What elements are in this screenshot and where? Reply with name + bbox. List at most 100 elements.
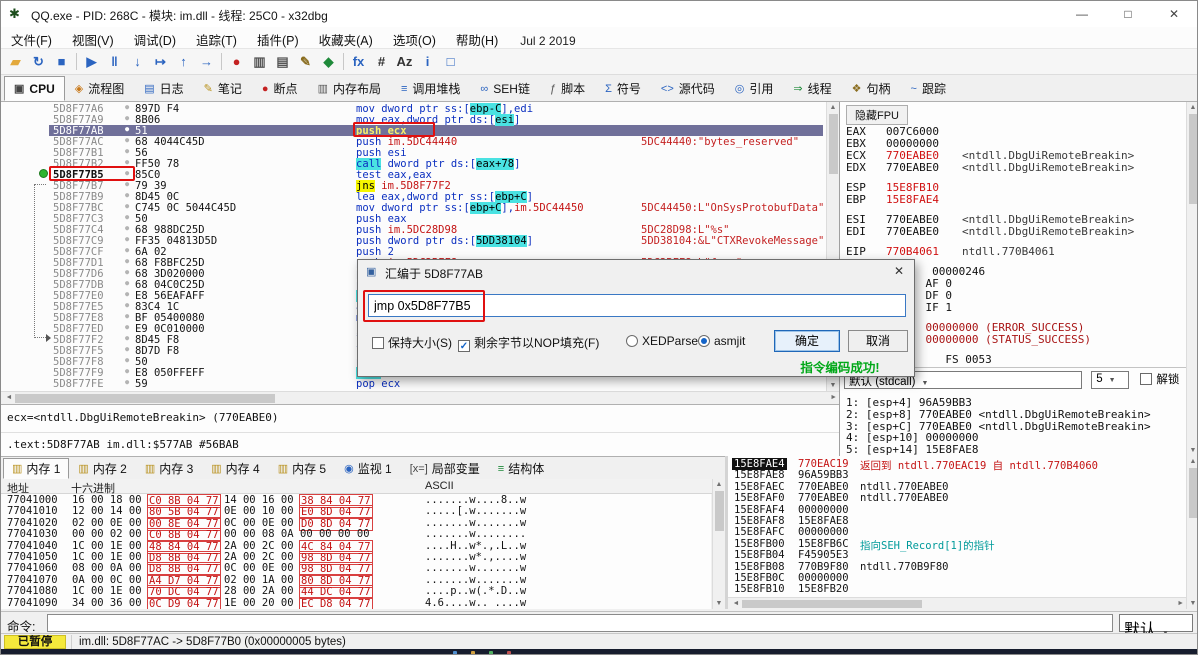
stack-row[interactable]: 15E8FAE8 96A59BB3: [728, 469, 1183, 481]
memory-row[interactable]: 77041020 02 00 0E 00 00 8E 04 77 0C 00 0E 0…: [1, 516, 711, 531]
stack-row[interactable]: 15E8FB0C 00000000: [728, 572, 1183, 584]
taskbar-icon[interactable]: [453, 651, 457, 654]
run-to-cursor-icon[interactable]: →: [195, 51, 218, 73]
tab-memory-1[interactable]: ▥ 内存 1: [3, 458, 70, 479]
scroll-down-icon[interactable]: ▼: [1187, 600, 1197, 607]
scroll-up-icon[interactable]: ▲: [713, 481, 725, 488]
stack-row[interactable]: 15E8FAF4 00000000: [728, 504, 1183, 516]
stack-vscrollbar[interactable]: ▲ ▼: [1186, 456, 1197, 609]
register-row-ebp[interactable]: EBP 15E8FAE4: [846, 194, 1134, 206]
tab-threads[interactable]: ⇒ 线程: [783, 76, 841, 101]
memory-row[interactable]: 77041040 1C 00 1E 00 48 84 04 77 2A 00 2C 0…: [1, 539, 711, 554]
memory-dump[interactable]: 77041000 16 00 18 00 C0 8B 04 77 14 00 16 0…: [1, 494, 711, 609]
tab-memory-2[interactable]: ▥ 内存 2: [69, 458, 135, 479]
stack-hscrollbar[interactable]: ◄ ►: [728, 597, 1186, 609]
nop-fill-checkbox[interactable]: ✓: [458, 340, 470, 352]
asmjit-radio[interactable]: [698, 335, 710, 347]
arg-depth-select[interactable]: 5 ▼: [1091, 371, 1130, 389]
tab-seh[interactable]: ∞ SEH链: [470, 76, 540, 101]
log-icon[interactable]: ▤: [271, 51, 294, 73]
pause-icon[interactable]: ‖: [103, 51, 126, 73]
memory-vscrollbar[interactable]: ▲ ▼: [712, 479, 725, 609]
hash-icon[interactable]: #: [370, 51, 393, 73]
taskbar-icon[interactable]: [507, 651, 511, 654]
tab-references[interactable]: ◎ 引用: [725, 76, 784, 101]
xedparse-radio[interactable]: [626, 335, 638, 347]
register-row-eip[interactable]: EIP 770B4061 ntdll.770B4061: [846, 246, 1134, 258]
disasm-row[interactable]: 5D8F77A6 ● 897D F4 mov dword ptr ss:[ebp-C]…: [1, 103, 825, 115]
windows-taskbar[interactable]: [1, 649, 1197, 654]
nop-fill-option[interactable]: ✓ 剩余字节以NOP填充(F): [458, 334, 599, 352]
tab-call-stack[interactable]: ≡ 调用堆栈: [391, 76, 470, 101]
disasm-row[interactable]: 5D8F77B7 ● 79 39 jns im.5D8F77F2: [1, 180, 825, 192]
scroll-left-icon[interactable]: ◄: [3, 394, 15, 401]
command-combo[interactable]: 默认▼: [1119, 614, 1193, 639]
memory-row[interactable]: 77041010 12 00 14 00 80 5B 04 77 0E 00 10 0…: [1, 505, 711, 520]
stack-row[interactable]: 15E8FAF8 15E8FAE8: [728, 515, 1183, 527]
close-button[interactable]: ✕: [1151, 1, 1197, 27]
tab-memory-4[interactable]: ▥ 内存 4: [202, 458, 268, 479]
register-row-edi[interactable]: EDI 770EABE0 <ntdll.DbgUiRemoteBreakin>: [846, 226, 1134, 238]
dialog-titlebar[interactable]: ▣ 汇编于 5D8F77AB ✕: [358, 260, 914, 284]
xedparse-option[interactable]: XEDParse: [626, 334, 698, 348]
register-row-edx[interactable]: EDX 770EABE0 <ntdll.DbgUiRemoteBreakin>: [846, 162, 1134, 174]
stack-arg-5[interactable]: 5: [esp+14] 15E8FAE8: [846, 444, 1151, 456]
tab-struct[interactable]: ≡ 结构体: [489, 458, 553, 479]
stack-row[interactable]: 15E8FB10 15E8FB20: [728, 583, 1183, 595]
hide-fpu-button[interactable]: 隐藏FPU: [846, 105, 908, 125]
tab-memory-5[interactable]: ▥ 内存 5: [269, 458, 335, 479]
registers-vscrollbar[interactable]: ▲ ▼: [1186, 102, 1197, 456]
stack-row[interactable]: 15E8FAFC 00000000: [728, 526, 1183, 538]
maximize-button[interactable]: □: [1105, 1, 1151, 27]
step-over-icon[interactable]: ↦: [149, 51, 172, 73]
stack-row[interactable]: 15E8FAE4 770EAC19 返回到 ntdll.770EAC19 自 ntd…: [728, 458, 1183, 472]
stack-row[interactable]: 15E8FAF0 770EABE0 ntdll.770EABE0: [728, 492, 1183, 504]
disasm-row[interactable]: 5D8F77B1 ● 56 push esi: [1, 147, 825, 159]
scroll-left-icon[interactable]: ◄: [730, 600, 742, 607]
stack-row[interactable]: 15E8FB00 15E8FB6C 指向SEH_Record[1]的指针: [728, 538, 1183, 552]
memory-row[interactable]: 77041080 1C 00 1E 00 70 DC 04 77 28 00 2A 0…: [1, 585, 711, 600]
stack-arg-2[interactable]: 2: [esp+8] 770EABE0 <ntdll.DbgUiRemoteBr…: [846, 408, 1151, 421]
window-icon[interactable]: □: [439, 51, 462, 73]
ok-button[interactable]: 确定: [774, 330, 840, 352]
stop-icon[interactable]: ■: [50, 51, 73, 73]
fx-icon[interactable]: fx: [347, 51, 370, 73]
disassembly-hscrollbar[interactable]: ◄ ►: [1, 391, 839, 404]
memory-row[interactable]: 77041000 16 00 18 00 C0 8B 04 77 14 00 16 0…: [1, 494, 711, 508]
scroll-down-icon[interactable]: ▼: [827, 382, 839, 389]
restart-icon[interactable]: ↻: [27, 51, 50, 73]
tab-notes[interactable]: ✎ 笔记: [194, 76, 252, 101]
keep-size-option[interactable]: 保持大小(S): [372, 334, 452, 351]
taskbar-icon[interactable]: [471, 651, 475, 654]
disasm-row[interactable]: 5D8F77AC ● 68 4044C45D push im.5DC44440 5DC4…: [1, 136, 825, 148]
run-icon[interactable]: ▶: [80, 51, 103, 73]
shield-icon[interactable]: ◆: [317, 51, 340, 73]
memory-row[interactable]: 77041030 00 00 02 00 C0 8B 04 77 00 00 08 0…: [1, 528, 711, 543]
memory-row[interactable]: 77041070 0A 00 0C 00 A4 D7 04 77 02 00 1A 0…: [1, 573, 711, 588]
az-icon[interactable]: Az: [393, 51, 416, 73]
disasm-row[interactable]: 5D8F77BC ● C745 0C 5044C45D mov dword ptr s…: [1, 202, 825, 214]
asmjit-option[interactable]: asmjit: [698, 334, 745, 348]
stack-row[interactable]: 15E8FAEC 770EABE0 ntdll.770EABE0: [728, 481, 1183, 493]
info-icon[interactable]: i: [416, 51, 439, 73]
tab-memory-map[interactable]: ▥ 内存布局: [308, 76, 391, 101]
breakpoint-dot-icon[interactable]: [39, 169, 48, 178]
tab-trace[interactable]: ~ 跟踪: [901, 76, 956, 101]
tab-locals[interactable]: [x=] 局部变量: [401, 458, 489, 479]
tab-breakpoints[interactable]: ● 断点: [252, 76, 308, 101]
memory-row[interactable]: 77041060 08 00 0A 00 D8 8B 04 77 0C 00 0E 0…: [1, 562, 711, 577]
scroll-up-icon[interactable]: ▲: [1187, 458, 1197, 465]
stack-row[interactable]: 15E8FB08 770B9F80 ntdll.770B9F80: [728, 561, 1183, 573]
disasm-row[interactable]: 5D8F77FE ● 59 pop ecx: [1, 378, 825, 390]
dialog-close-icon[interactable]: ✕: [894, 264, 904, 278]
tab-handles[interactable]: ❖ 句柄: [842, 76, 901, 101]
scroll-up-icon[interactable]: ▲: [1187, 104, 1197, 111]
disasm-row[interactable]: 5D8F77C3 ● 50 push eax: [1, 213, 825, 225]
stack-row[interactable]: 15E8FB04 F45905E3: [728, 549, 1183, 561]
memory-map-icon[interactable]: ▥: [248, 51, 271, 73]
tab-memory-3[interactable]: ▥ 内存 3: [136, 458, 202, 479]
scroll-right-icon[interactable]: ►: [1172, 600, 1184, 607]
open-file-icon[interactable]: ▰: [4, 51, 27, 73]
patch-icon[interactable]: ✎: [294, 51, 317, 73]
scroll-down-icon[interactable]: ▼: [1187, 447, 1197, 454]
